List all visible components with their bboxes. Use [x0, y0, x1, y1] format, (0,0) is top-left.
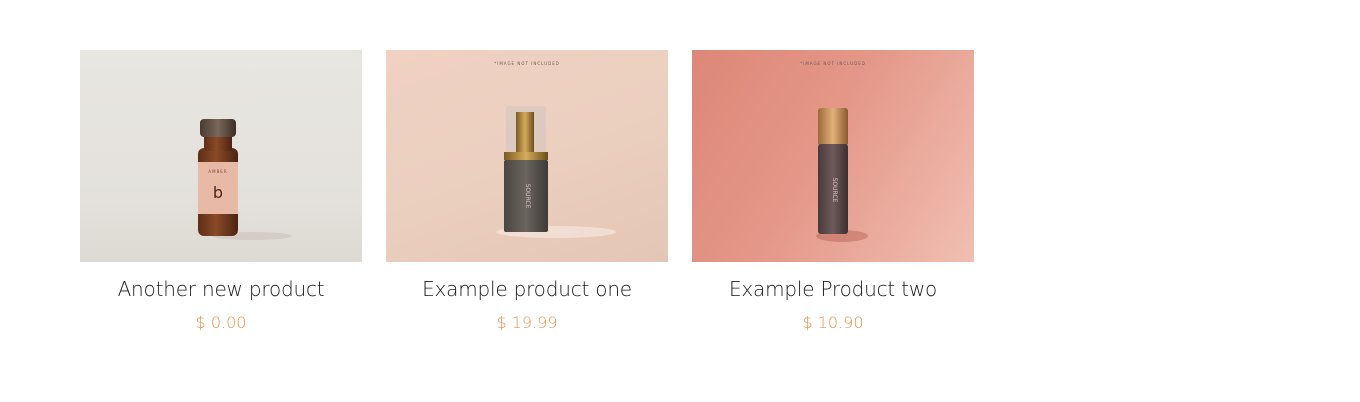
- product-image-roller-bottle[interactable]: *IMAGE NOT INCLUDED SOURCE: [692, 50, 974, 262]
- svg-text:AMBER: AMBER: [208, 169, 227, 174]
- svg-text:SOURCE: SOURCE: [831, 178, 838, 203]
- product-title[interactable]: Example Product two: [729, 278, 937, 300]
- amber-vial-bottle-icon: AMBER b: [198, 119, 292, 240]
- product-image-amber-vial[interactable]: AMBER b: [80, 50, 362, 262]
- image-fineprint: *IMAGE NOT INCLUDED: [494, 61, 560, 66]
- pump-serum-bottle-icon: SOURCE: [496, 106, 616, 238]
- product-title[interactable]: Another new product: [118, 278, 325, 300]
- product-price: $ 10.90: [802, 313, 864, 332]
- product-grid: AMBER b Another new product $ 0.00 *IMAG…: [80, 50, 974, 332]
- roller-bottle-icon: SOURCE: [816, 108, 868, 242]
- product-price: $ 0.00: [195, 313, 247, 332]
- product-title[interactable]: Example product one: [422, 278, 632, 300]
- image-fineprint: *IMAGE NOT INCLUDED: [800, 61, 866, 66]
- product-image-pump-bottle[interactable]: *IMAGE NOT INCLUDED SOURCE: [386, 50, 668, 262]
- svg-text:SOURCE: SOURCE: [524, 184, 531, 209]
- product-card[interactable]: *IMAGE NOT INCLUDED: [386, 50, 668, 332]
- product-card[interactable]: *IMAGE NOT INCLUDED: [692, 50, 974, 332]
- svg-text:b: b: [213, 183, 223, 202]
- product-price: $ 19.99: [496, 313, 558, 332]
- product-card[interactable]: AMBER b Another new product $ 0.00: [80, 50, 362, 332]
